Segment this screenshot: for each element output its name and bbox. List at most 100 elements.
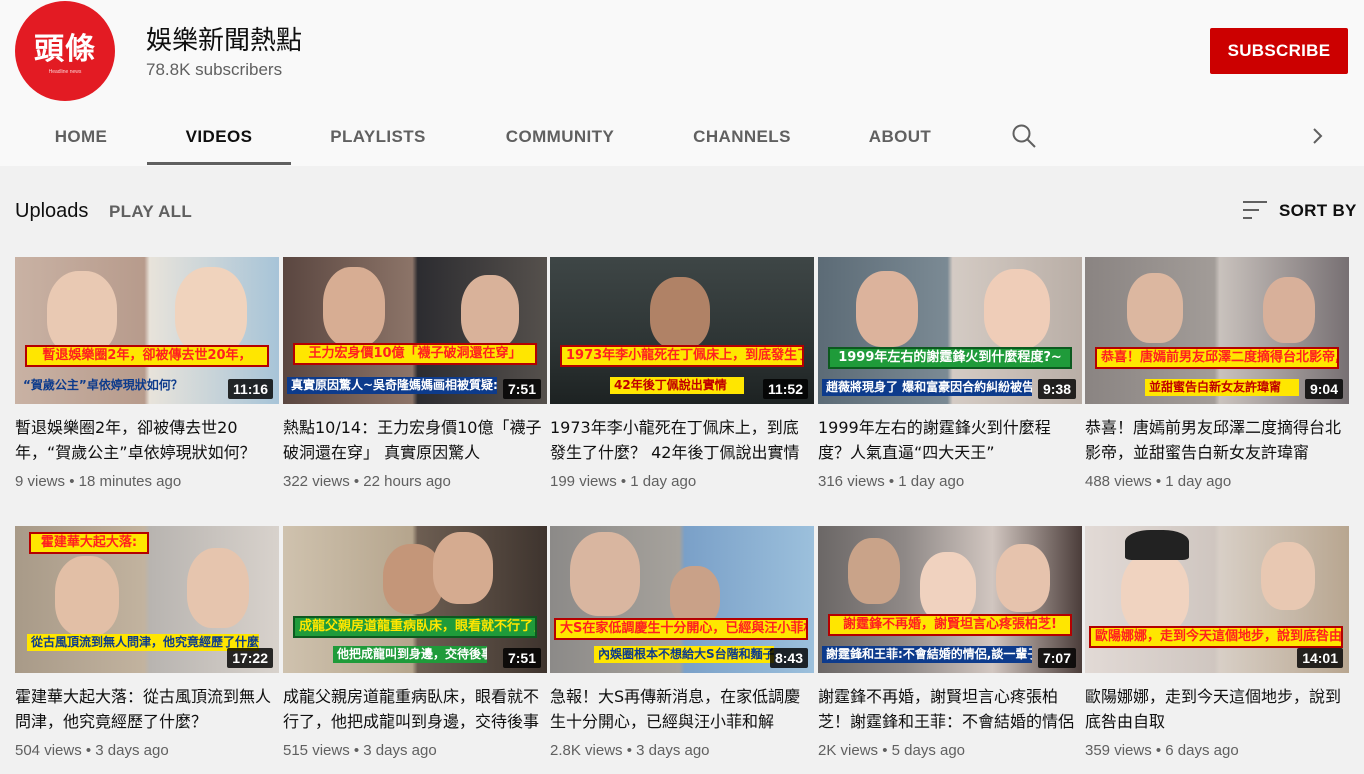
channel-avatar[interactable]: 頭條 Headline news [15, 1, 115, 101]
video-card[interactable]: 霍建華大起大落: 從古風頂流到無人問津，他究竟經歷了什麼? 17:22 霍建華大… [15, 526, 279, 759]
video-duration: 9:04 [1304, 379, 1343, 399]
video-duration: 17:22 [227, 648, 273, 668]
search-icon[interactable] [1010, 122, 1038, 150]
video-duration: 7:51 [502, 648, 541, 668]
view-count: 359 views [1085, 742, 1152, 759]
tab-playlists[interactable]: PLAYLISTS [318, 108, 438, 166]
video-thumbnail[interactable]: 謝霆鋒不再婚，謝賢坦言心疼張柏芝! 謝霆鋒和王菲:不會結婚的情侶,談一輩子戀! … [818, 526, 1082, 673]
view-count: 2.8K views [550, 742, 623, 759]
video-card[interactable]: 1973年李小龍死在丁佩床上，到底發生了什麼? 42年後丁佩說出實情 11:52… [550, 257, 814, 490]
thumbnail-face [984, 269, 1050, 349]
thumbnail-caption: 歐陽娜娜，走到今天這個地步，說到底咎由自取 [1089, 626, 1343, 648]
video-card[interactable]: 暫退娛樂圈2年，卻被傳去世20年， “賀歲公主”卓依婷現狀如何？ 11:16 暫… [15, 257, 279, 490]
sort-icon[interactable] [1243, 199, 1267, 221]
video-thumbnail[interactable]: 1999年左右的謝霆鋒火到什麼程度?~ 趙薇將現身了 爆和富豪因合約糾紛被告股權… [818, 257, 1082, 404]
video-title[interactable]: 恭喜！唐嫣前男友邱澤二度摘得台北影帝，並甜蜜告白新女友許瑋甯 [1085, 415, 1349, 465]
thumbnail-face [670, 566, 720, 626]
thumbnail-face [1261, 542, 1315, 610]
thumbnail-caption-2: 真實原因驚人~吳奇隆媽媽画相被質疑:“不是 [287, 377, 497, 394]
thumbnail-face [187, 548, 249, 628]
video-card[interactable]: 1999年左右的謝霆鋒火到什麼程度?~ 趙薇將現身了 爆和富豪因合約糾紛被告股權… [818, 257, 1082, 490]
video-title[interactable]: 謝霆鋒不再婚，謝賢坦言心疼張柏芝！謝霆鋒和王菲：不會結婚的情侶 [818, 684, 1082, 734]
video-meta: 9 views • 18 minutes ago [15, 473, 182, 490]
view-count: 316 views [818, 473, 885, 490]
thumbnail-face [433, 532, 493, 604]
video-card[interactable]: 大S在家低調慶生十分開心，已經與汪小菲相聚~ 內娛圈根本不想給大S台階和麵子 8… [550, 526, 814, 759]
view-count: 515 views [283, 742, 350, 759]
video-duration: 14:01 [1297, 648, 1343, 668]
video-meta: 359 views • 6 days ago [1085, 742, 1239, 759]
video-title[interactable]: 急報！大S再傳新消息，在家低調慶生十分開心，已經與汪小菲和解 [550, 684, 814, 734]
view-count: 199 views [550, 473, 617, 490]
thumbnail-face [47, 271, 117, 355]
view-count: 322 views [283, 473, 350, 490]
upload-age: 22 hours ago [363, 473, 451, 490]
thumbnail-caption: 謝霆鋒不再婚，謝賢坦言心疼張柏芝! [828, 614, 1072, 636]
thumbnail-caption-2: “賀歲公主”卓依婷現狀如何？ [23, 378, 183, 392]
chevron-right-icon[interactable] [1306, 122, 1330, 150]
upload-age: 6 days ago [1165, 742, 1239, 759]
thumbnail-caption: 成龍父親房道龍重病臥床，眼看就不行了， [293, 616, 537, 638]
view-count: 2K views [818, 742, 879, 759]
video-thumbnail[interactable]: 歐陽娜娜，走到今天這個地步，說到底咎由自取 14:01 [1085, 526, 1349, 673]
video-card[interactable]: 王力宏身價10億「襪子破洞還在穿」 真實原因驚人~吳奇隆媽媽画相被質疑:“不是 … [283, 257, 547, 490]
thumbnail-cap [1125, 530, 1189, 560]
video-title[interactable]: 霍建華大起大落：從古風頂流到無人問津，他究竟經歷了什麼？ [15, 684, 279, 734]
video-duration: 11:52 [762, 379, 808, 399]
play-all-button[interactable]: PLAY ALL [109, 202, 192, 222]
video-card[interactable]: 謝霆鋒不再婚，謝賢坦言心疼張柏芝! 謝霆鋒和王菲:不會結婚的情侶,談一輩子戀! … [818, 526, 1082, 759]
upload-age: 3 days ago [636, 742, 710, 759]
tab-channels[interactable]: CHANNELS [682, 108, 802, 166]
thumbnail-caption: 大S在家低調慶生十分開心，已經與汪小菲相聚~ [554, 618, 808, 640]
thumbnail-caption-2: 他把成龍叫到身邊，交待後事。 [333, 646, 487, 663]
uploads-title: Uploads [15, 200, 89, 222]
upload-age: 1 day ago [898, 473, 965, 490]
video-meta: 199 views • 1 day ago [550, 473, 697, 490]
video-thumbnail[interactable]: 恭喜！唐嫣前男友邱澤二度摘得台北影帝, 並甜蜜告白新女友許瑋甯 9:04 [1085, 257, 1349, 404]
video-title[interactable]: 暫退娛樂圈2年，卻被傳去世20年，“賀歲公主”卓依婷現狀如何？ [15, 415, 279, 465]
thumbnail-caption: 1973年李小龍死在丁佩床上，到底發生了什麼? [560, 345, 804, 367]
video-title[interactable]: 成龍父親房道龍重病臥床，眼看就不行了，他把成龍叫到身邊，交待後事 [283, 684, 547, 734]
video-title[interactable]: 1999年左右的謝霆鋒火到什麼程度？人氣直逼“四大天王” [818, 415, 1082, 465]
thumbnail-face [848, 538, 900, 604]
sort-by-button[interactable]: SORT BY [1279, 201, 1357, 221]
video-title[interactable]: 熱點10/14：王力宏身價10億「襪子破洞還在穿」 真實原因驚人 [283, 415, 547, 465]
video-duration: 7:51 [502, 379, 541, 399]
thumbnail-face [920, 552, 976, 622]
channel-logo-text: 頭條 [34, 32, 96, 67]
thumbnail-caption-2: 謝霆鋒和王菲:不會結婚的情侶,談一輩子戀! [822, 646, 1032, 663]
video-thumbnail[interactable]: 大S在家低調慶生十分開心，已經與汪小菲相聚~ 內娛圈根本不想給大S台階和麵子 8… [550, 526, 814, 673]
subscribe-button[interactable]: SUBSCRIBE [1210, 28, 1348, 74]
upload-age: 18 minutes ago [78, 473, 182, 490]
thumbnail-face [461, 275, 519, 349]
channel-tabs: HOME VIDEOS PLAYLISTS COMMUNITY CHANNELS… [0, 108, 1364, 166]
thumbnail-face [175, 267, 247, 355]
video-meta: 488 views • 1 day ago [1085, 473, 1232, 490]
upload-age: 5 days ago [891, 742, 966, 759]
video-title[interactable]: 歐陽娜娜，走到今天這個地步，說到底咎由自取 [1085, 684, 1349, 734]
channel-header: 頭條 Headline news 娛樂新聞熱點 78.8K subscriber… [0, 0, 1364, 166]
video-card[interactable]: 恭喜！唐嫣前男友邱澤二度摘得台北影帝, 並甜蜜告白新女友許瑋甯 9:04 恭喜！… [1085, 257, 1349, 490]
upload-age: 3 days ago [95, 742, 169, 759]
video-meta: 515 views • 3 days ago [283, 742, 437, 759]
upload-age: 1 day ago [630, 473, 697, 490]
tab-about[interactable]: ABOUT [858, 108, 942, 166]
video-title[interactable]: 1973年李小龍死在丁佩床上，到底發生了什麼？ 42年後丁佩說出實情 [550, 415, 814, 465]
thumbnail-caption: 恭喜！唐嫣前男友邱澤二度摘得台北影帝, [1095, 347, 1339, 369]
video-thumbnail[interactable]: 暫退娛樂圈2年，卻被傳去世20年， “賀歲公主”卓依婷現狀如何？ 11:16 [15, 257, 279, 404]
video-duration: 9:38 [1037, 379, 1076, 399]
thumbnail-face [570, 532, 640, 616]
thumbnail-face [1127, 273, 1183, 343]
video-thumbnail[interactable]: 成龍父親房道龍重病臥床，眼看就不行了， 他把成龍叫到身邊，交待後事。 7:51 [283, 526, 547, 673]
video-thumbnail[interactable]: 王力宏身價10億「襪子破洞還在穿」 真實原因驚人~吳奇隆媽媽画相被質疑:“不是 … [283, 257, 547, 404]
video-card[interactable]: 歐陽娜娜，走到今天這個地步，說到底咎由自取 14:01 歐陽娜娜，走到今天這個地… [1085, 526, 1349, 759]
upload-age: 1 day ago [1165, 473, 1232, 490]
video-card[interactable]: 成龍父親房道龍重病臥床，眼看就不行了， 他把成龍叫到身邊，交待後事。 7:51 … [283, 526, 547, 759]
video-thumbnail[interactable]: 1973年李小龍死在丁佩床上，到底發生了什麼? 42年後丁佩說出實情 11:52 [550, 257, 814, 404]
tab-videos[interactable]: VIDEOS [147, 108, 291, 166]
thumbnail-caption-2: 趙薇將現身了 爆和富豪因合約糾紛被告股權凍結 [822, 379, 1032, 396]
video-thumbnail[interactable]: 霍建華大起大落: 從古風頂流到無人問津，他究竟經歷了什麼? 17:22 [15, 526, 279, 673]
tab-home[interactable]: HOME [40, 108, 122, 166]
thumbnail-face [55, 556, 119, 636]
tab-community[interactable]: COMMUNITY [492, 108, 628, 166]
